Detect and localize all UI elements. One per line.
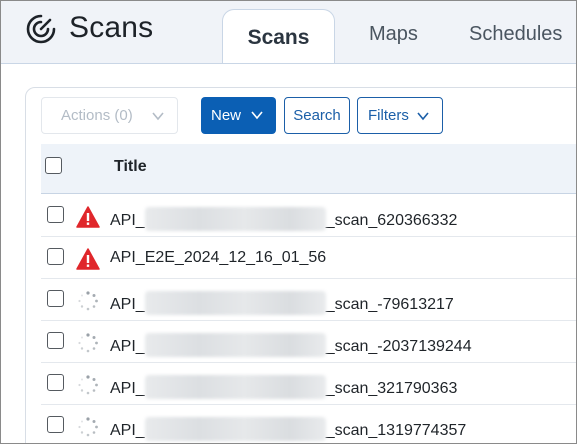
- new-label: New: [211, 107, 242, 124]
- filters-label: Filters: [368, 107, 409, 124]
- loading-spinner-icon: [78, 333, 98, 353]
- scan-title[interactable]: API_ _scan_321790363: [110, 375, 457, 399]
- row-checkbox[interactable]: [47, 206, 64, 223]
- row-checkbox[interactable]: [47, 332, 64, 349]
- tab-scans-label: Scans: [247, 26, 310, 49]
- table-row[interactable]: API_E2E_2024_12_16_01_56: [41, 237, 576, 279]
- scan-title[interactable]: API_ _scan_-79613217: [110, 291, 454, 315]
- actions-label: Actions (0): [61, 107, 133, 124]
- scan-title[interactable]: API_ _scan_620366332: [110, 207, 457, 231]
- tab-schedules[interactable]: Schedules: [469, 23, 562, 46]
- chevron-down-icon: [251, 111, 263, 120]
- row-checkbox[interactable]: [47, 416, 64, 433]
- new-button[interactable]: New: [201, 97, 276, 134]
- column-header-title[interactable]: Title: [114, 158, 147, 176]
- table-row[interactable]: API_ _scan_321790363: [41, 363, 576, 405]
- table-row[interactable]: API_ _scan_-79613217: [41, 279, 576, 321]
- warning-icon: [76, 206, 100, 228]
- search-button[interactable]: Search: [284, 97, 350, 134]
- loading-spinner-icon: [78, 291, 98, 311]
- scan-title[interactable]: API_E2E_2024_12_16_01_56: [110, 249, 326, 267]
- table-row[interactable]: API_ _scan_620366332: [41, 195, 576, 237]
- row-checkbox[interactable]: [47, 290, 64, 307]
- chevron-down-icon: [152, 112, 164, 121]
- loading-spinner-icon: [78, 375, 98, 395]
- actions-dropdown[interactable]: Actions (0): [41, 97, 178, 134]
- table-row[interactable]: API_ _scan_1319774357: [41, 405, 576, 443]
- app-header: Scans Scans Maps Schedules: [1, 1, 576, 65]
- loading-spinner-icon: [78, 417, 98, 437]
- tab-scans[interactable]: Scans: [222, 9, 335, 65]
- tab-maps[interactable]: Maps: [369, 23, 418, 46]
- app-window: Scans Scans Maps Schedules Actions (0) N…: [0, 0, 577, 444]
- redacted-text: [144, 333, 326, 357]
- filters-button[interactable]: Filters: [357, 97, 443, 134]
- scan-title[interactable]: API_ _scan_-2037139244: [110, 333, 472, 357]
- redacted-text: [144, 291, 326, 315]
- redacted-text: [144, 207, 326, 231]
- row-checkbox[interactable]: [47, 248, 64, 265]
- scans-logo-icon: [26, 14, 56, 44]
- chevron-down-icon: [417, 112, 429, 121]
- scan-title[interactable]: API_ _scan_1319774357: [110, 417, 466, 441]
- row-checkbox[interactable]: [47, 374, 64, 391]
- redacted-text: [144, 417, 326, 441]
- table-row[interactable]: API_ _scan_-2037139244: [41, 321, 576, 363]
- redacted-text: [144, 375, 326, 399]
- page-title: Scans: [69, 11, 154, 44]
- warning-icon: [76, 248, 100, 270]
- select-all-checkbox[interactable]: [45, 157, 62, 174]
